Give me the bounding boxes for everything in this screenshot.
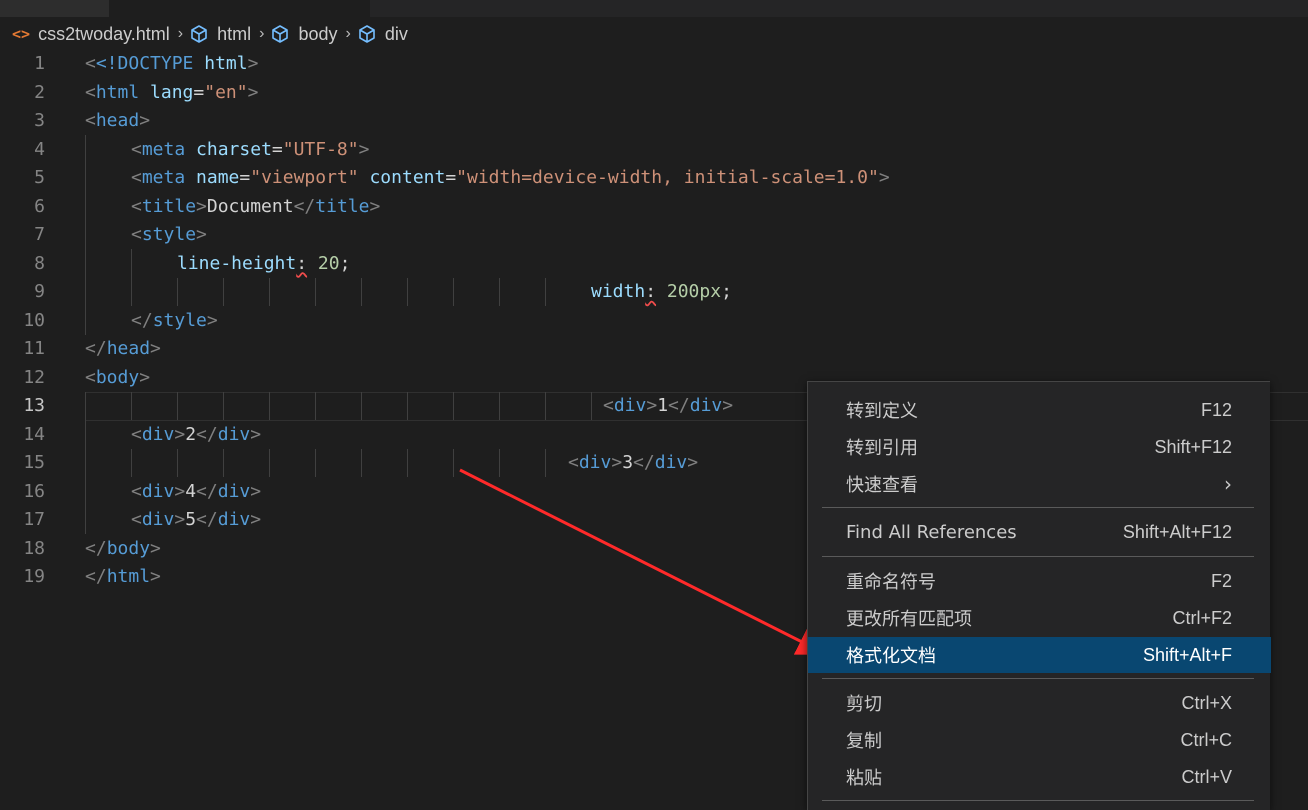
line-number: 6	[34, 195, 45, 217]
tab-strip	[0, 0, 1308, 17]
breadcrumb-label: body	[298, 23, 338, 44]
line-number: 2	[34, 81, 45, 103]
line-content: line-height: 20;	[177, 252, 351, 274]
code-line[interactable]: 7 <style>	[0, 221, 1308, 250]
line-content: </style>	[131, 309, 218, 331]
line-number: 19	[23, 566, 45, 587]
line-content: <meta name="viewport" content="width=dev…	[131, 167, 890, 188]
menu-separator	[822, 800, 1254, 801]
line-number: 8	[34, 252, 45, 274]
breadcrumb-item-html[interactable]: html	[189, 24, 251, 45]
breadcrumb-item-div[interactable]: div	[357, 24, 408, 45]
line-content: <title>Document</title>	[131, 195, 381, 217]
line-number: 16	[23, 480, 45, 502]
chevron-right-icon: ›	[345, 25, 351, 42]
tab-inactive[interactable]	[0, 0, 110, 17]
line-content: </head>	[85, 338, 161, 359]
line-content: <body>	[85, 366, 151, 388]
chevron-right-icon: ›	[1224, 472, 1232, 496]
breadcrumb-label: html	[217, 23, 252, 44]
menu-item-peek[interactable]: 快速查看 ›	[808, 466, 1271, 502]
line-content: <head>	[85, 110, 151, 131]
menu-item-find-all-references[interactable]: Find All References Shift+Alt+F12	[808, 514, 1271, 550]
line-number: 7	[34, 224, 45, 245]
line-content: <<!DOCTYPE html>	[85, 53, 259, 74]
line-number: 5	[34, 167, 45, 188]
menu-item-go-to-references[interactable]: 转到引用 Shift+F12	[808, 429, 1271, 465]
line-number: 3	[34, 110, 45, 131]
code-line[interactable]: 9 width: 200px;	[0, 278, 1308, 307]
line-number: 1	[34, 53, 45, 74]
code-line[interactable]: 11 </head>	[0, 335, 1308, 364]
code-line[interactable]: 3 <head>	[0, 107, 1308, 136]
menu-item-paste[interactable]: 粘贴 Ctrl+V	[808, 759, 1271, 795]
code-line[interactable]: 8 line-height: 20;	[0, 250, 1308, 279]
line-content: <div>1</div>	[603, 395, 734, 416]
breadcrumb: <> css2twoday.html › html › body › div	[0, 17, 1308, 51]
menu-item-copy[interactable]: 复制 Ctrl+C	[808, 722, 1271, 758]
line-content: <html lang="en">	[85, 81, 259, 103]
code-line[interactable]: 6 <title>Document</title>	[0, 193, 1308, 222]
line-number: 15	[23, 452, 45, 473]
menu-separator	[822, 678, 1254, 679]
menu-item-change-all-occurrences[interactable]: 更改所有匹配项 Ctrl+F2	[808, 600, 1271, 636]
line-content: <div>2</div>	[131, 423, 262, 445]
line-content: width: 200px;	[591, 281, 732, 302]
line-number: 13	[23, 395, 45, 416]
menu-item-format-document[interactable]: 格式化文档 Shift+Alt+F	[808, 637, 1271, 673]
chevron-right-icon: ›	[259, 25, 265, 42]
code-line[interactable]: 10 </style>	[0, 307, 1308, 336]
code-line[interactable]: 1 <<!DOCTYPE html>	[0, 50, 1308, 79]
line-number: 14	[23, 423, 45, 445]
menu-item-go-to-definition[interactable]: 转到定义 F12	[808, 392, 1271, 428]
tab-active[interactable]	[110, 0, 370, 17]
line-number: 10	[23, 309, 45, 331]
code-line[interactable]: 4 <meta charset="UTF-8">	[0, 136, 1308, 165]
chevron-right-icon: ›	[177, 25, 184, 42]
line-number: 9	[34, 281, 45, 302]
menu-separator	[822, 507, 1254, 508]
html-file-icon: <>	[12, 25, 31, 43]
line-content: <style>	[131, 224, 207, 245]
breadcrumb-label: div	[384, 23, 408, 44]
line-number: 4	[34, 138, 45, 160]
code-line[interactable]: 5 <meta name="viewport" content="width=de…	[0, 164, 1308, 193]
context-menu: 转到定义 F12 转到引用 Shift+F12 快速查看 › Find All Ref…	[807, 381, 1271, 810]
code-line[interactable]: 2 <html lang="en">	[0, 79, 1308, 108]
cube-icon	[272, 25, 289, 43]
menu-separator	[822, 556, 1254, 557]
line-number: 18	[23, 537, 45, 559]
line-number: 11	[23, 338, 45, 359]
line-content: <div>5</div>	[131, 509, 262, 530]
breadcrumb-file[interactable]: <> css2twoday.html	[12, 24, 170, 45]
line-content: </body>	[85, 537, 161, 559]
line-content: <div>4</div>	[131, 480, 262, 502]
line-content: <meta charset="UTF-8">	[131, 138, 370, 160]
line-number: 12	[23, 366, 45, 388]
cube-icon	[359, 25, 375, 43]
line-number: 17	[23, 509, 45, 530]
line-content: <div>3</div>	[568, 452, 699, 473]
line-content: </html>	[85, 566, 161, 587]
cube-icon	[191, 25, 207, 43]
menu-item-rename-symbol[interactable]: 重命名符号 F2	[808, 563, 1271, 599]
breadcrumb-item-body[interactable]: body	[270, 23, 338, 45]
menu-item-cut[interactable]: 剪切 Ctrl+X	[808, 685, 1271, 721]
breadcrumb-file-label: css2twoday.html	[38, 23, 170, 44]
